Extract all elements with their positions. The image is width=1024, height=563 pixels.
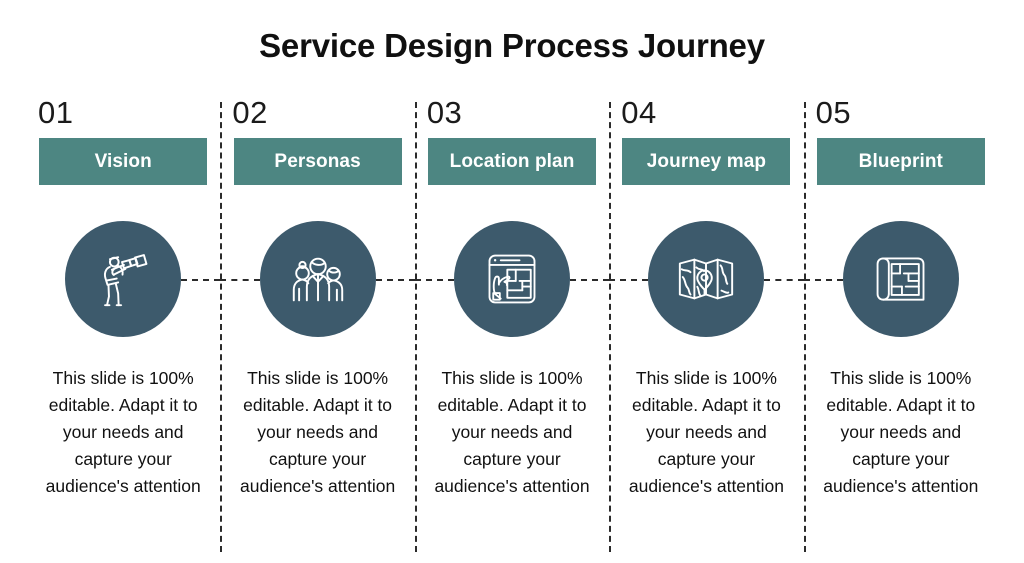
hand-pointing-at-floor-plan-icon [482, 249, 542, 309]
step-icon-circle-3[interactable] [454, 221, 571, 337]
step-number-1: 01 [38, 95, 74, 130]
connector-dashed-line [803, 279, 843, 281]
connector-dashed-line [570, 279, 610, 281]
step-number-3: 03 [426, 95, 463, 130]
step-icon-zone-5 [803, 221, 998, 337]
slide-canvas: Service Design Process Journey 01 Vision [0, 0, 1024, 563]
step-body-5: This slide is 100% editable. Adapt it to… [823, 368, 979, 496]
page-title: Service Design Process Journey [259, 27, 765, 64]
step-icon-zone-3 [414, 221, 610, 337]
step-label-1[interactable]: Vision [39, 138, 208, 185]
rolled-blueprint-icon [871, 249, 931, 309]
step-number-5: 05 [815, 95, 852, 130]
step-label-2[interactable]: Personas [233, 138, 402, 185]
connector-dashed-line [764, 279, 804, 281]
connector-dashed-line [414, 279, 455, 281]
folded-map-with-pin-icon [675, 248, 737, 310]
connector-dashed-line [609, 279, 649, 281]
process-step-2[interactable]: 02 Personas This slide is 100% editable.… [220, 95, 415, 552]
process-steps-row: 01 Vision This slide is 100% editable. A… [26, 95, 998, 552]
step-icon-circle-1[interactable] [65, 221, 182, 337]
process-step-1[interactable]: 01 Vision This slide is 100% editable. A… [26, 95, 221, 546]
step-label-4[interactable]: Journey map [622, 138, 791, 185]
step-number-4: 04 [621, 95, 657, 130]
step-body-1: This slide is 100% editable. Adapt it to… [45, 368, 201, 496]
step-body-3: This slide is 100% editable. Adapt it to… [434, 368, 590, 496]
step-label-3[interactable]: Location plan [428, 138, 597, 185]
group-of-people-icon [287, 248, 349, 310]
step-icon-circle-5[interactable] [842, 221, 959, 337]
step-icon-zone-2 [220, 221, 415, 337]
step-label-5[interactable]: Blueprint [816, 138, 985, 185]
process-step-3[interactable]: 03 Location plan This slide is 100% edit… [414, 95, 610, 552]
process-step-5[interactable]: 05 Blueprint This slide is 100% editable… [803, 95, 998, 552]
process-step-4[interactable]: 04 Journey map This slide is 100% editab… [609, 95, 804, 552]
step-icon-circle-4[interactable] [648, 221, 765, 337]
step-body-2: This slide is 100% editable. Adapt it to… [240, 368, 396, 496]
connector-dashed-line [375, 279, 415, 281]
connector-dashed-line [181, 279, 221, 281]
step-icon-zone-4 [609, 221, 804, 337]
person-with-telescope-icon [92, 248, 154, 310]
step-number-2: 02 [232, 95, 268, 130]
connector-dashed-line [220, 279, 260, 281]
step-icon-circle-2[interactable] [259, 221, 376, 337]
step-icon-zone-1 [26, 221, 221, 337]
step-body-4: This slide is 100% editable. Adapt it to… [628, 368, 784, 496]
